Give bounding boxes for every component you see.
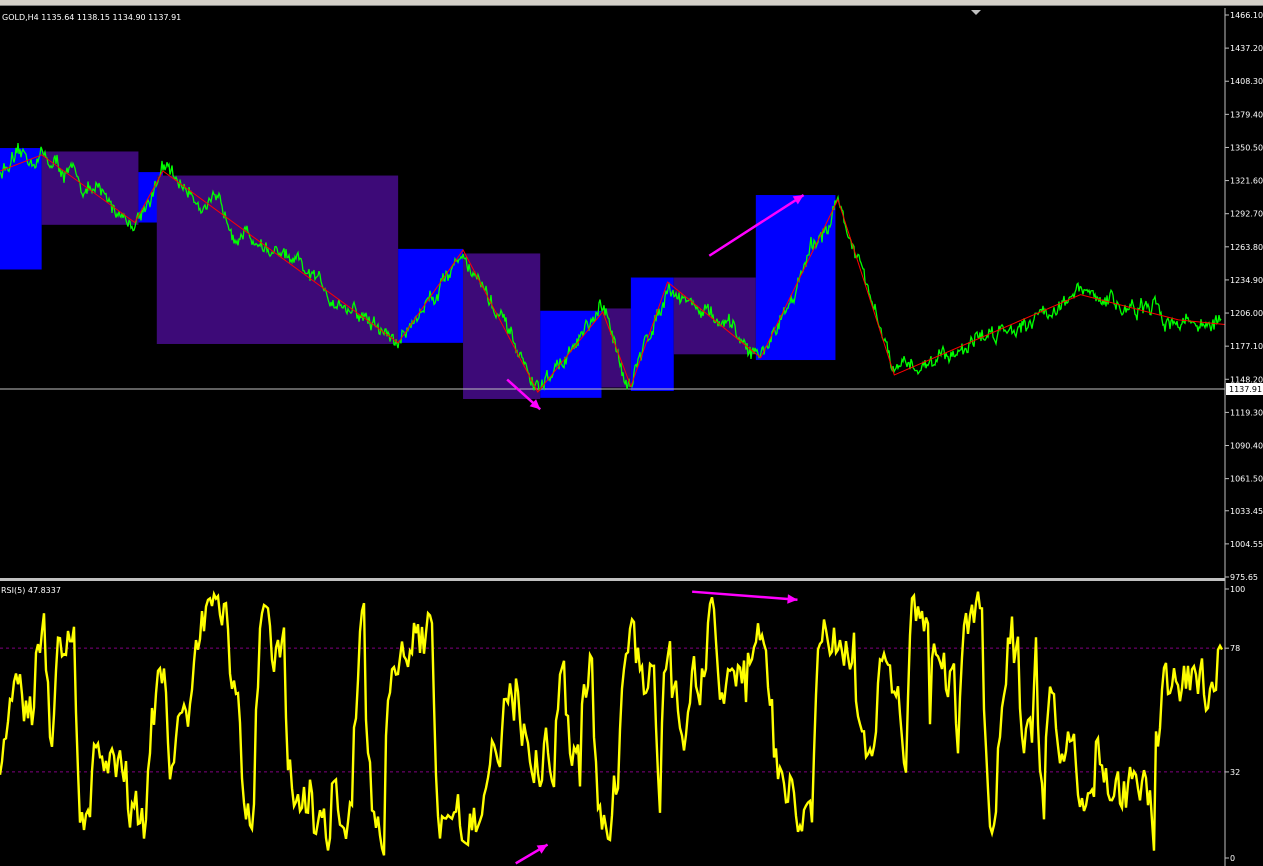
price-tick-label: 1061.50 — [1230, 475, 1263, 484]
price-tick-label: 1090.40 — [1230, 442, 1263, 451]
rsi-tick-label: 32 — [1230, 768, 1240, 777]
range-box-down — [156, 175, 399, 344]
price-tick-label: 1234.90 — [1230, 276, 1263, 285]
rsi-tick-label: 78 — [1230, 644, 1240, 653]
price-tick-label: 1177.10 — [1230, 342, 1263, 351]
price-tick-label: 1033.45 — [1230, 507, 1263, 516]
pane-separator[interactable] — [0, 578, 1225, 581]
price-tick-label: 1321.60 — [1230, 177, 1263, 186]
range-box-up — [540, 310, 602, 398]
trading-chart[interactable]: GOLD,H4 1135.64 1138.15 1134.90 1137.91 … — [0, 0, 1263, 866]
price-tick-label: 1379.40 — [1230, 110, 1263, 119]
price-tick-label: 1206.00 — [1230, 309, 1263, 318]
range-box-up — [755, 195, 836, 361]
price-tick-label: 1437.20 — [1230, 44, 1263, 53]
current-price-text: 1137.91 — [1229, 385, 1262, 394]
indicator-header: RSI(5) 47.8337 — [1, 586, 61, 595]
price-tick-label: 1408.30 — [1230, 77, 1263, 86]
price-tick-label: 1119.30 — [1230, 408, 1263, 417]
price-tick-label: 1466.10 — [1230, 11, 1263, 20]
current-price-label: 1137.91 — [1226, 383, 1263, 395]
rsi-tick-label: 0 — [1230, 854, 1235, 863]
price-tick-label: 1004.55 — [1230, 540, 1263, 549]
price-tick-label: 1263.80 — [1230, 243, 1263, 252]
range-box-up — [0, 148, 42, 270]
price-tick-label: 1350.50 — [1230, 143, 1263, 152]
price-tick-label: 1292.70 — [1230, 210, 1263, 219]
price-tick-label: 975.65 — [1230, 573, 1258, 582]
price-tick-label: 1148.20 — [1230, 375, 1263, 384]
rsi-tick-label: 100 — [1230, 585, 1245, 594]
toolbar-strip — [0, 0, 1263, 6]
symbol-header: GOLD,H4 1135.64 1138.15 1134.90 1137.91 — [2, 13, 181, 22]
